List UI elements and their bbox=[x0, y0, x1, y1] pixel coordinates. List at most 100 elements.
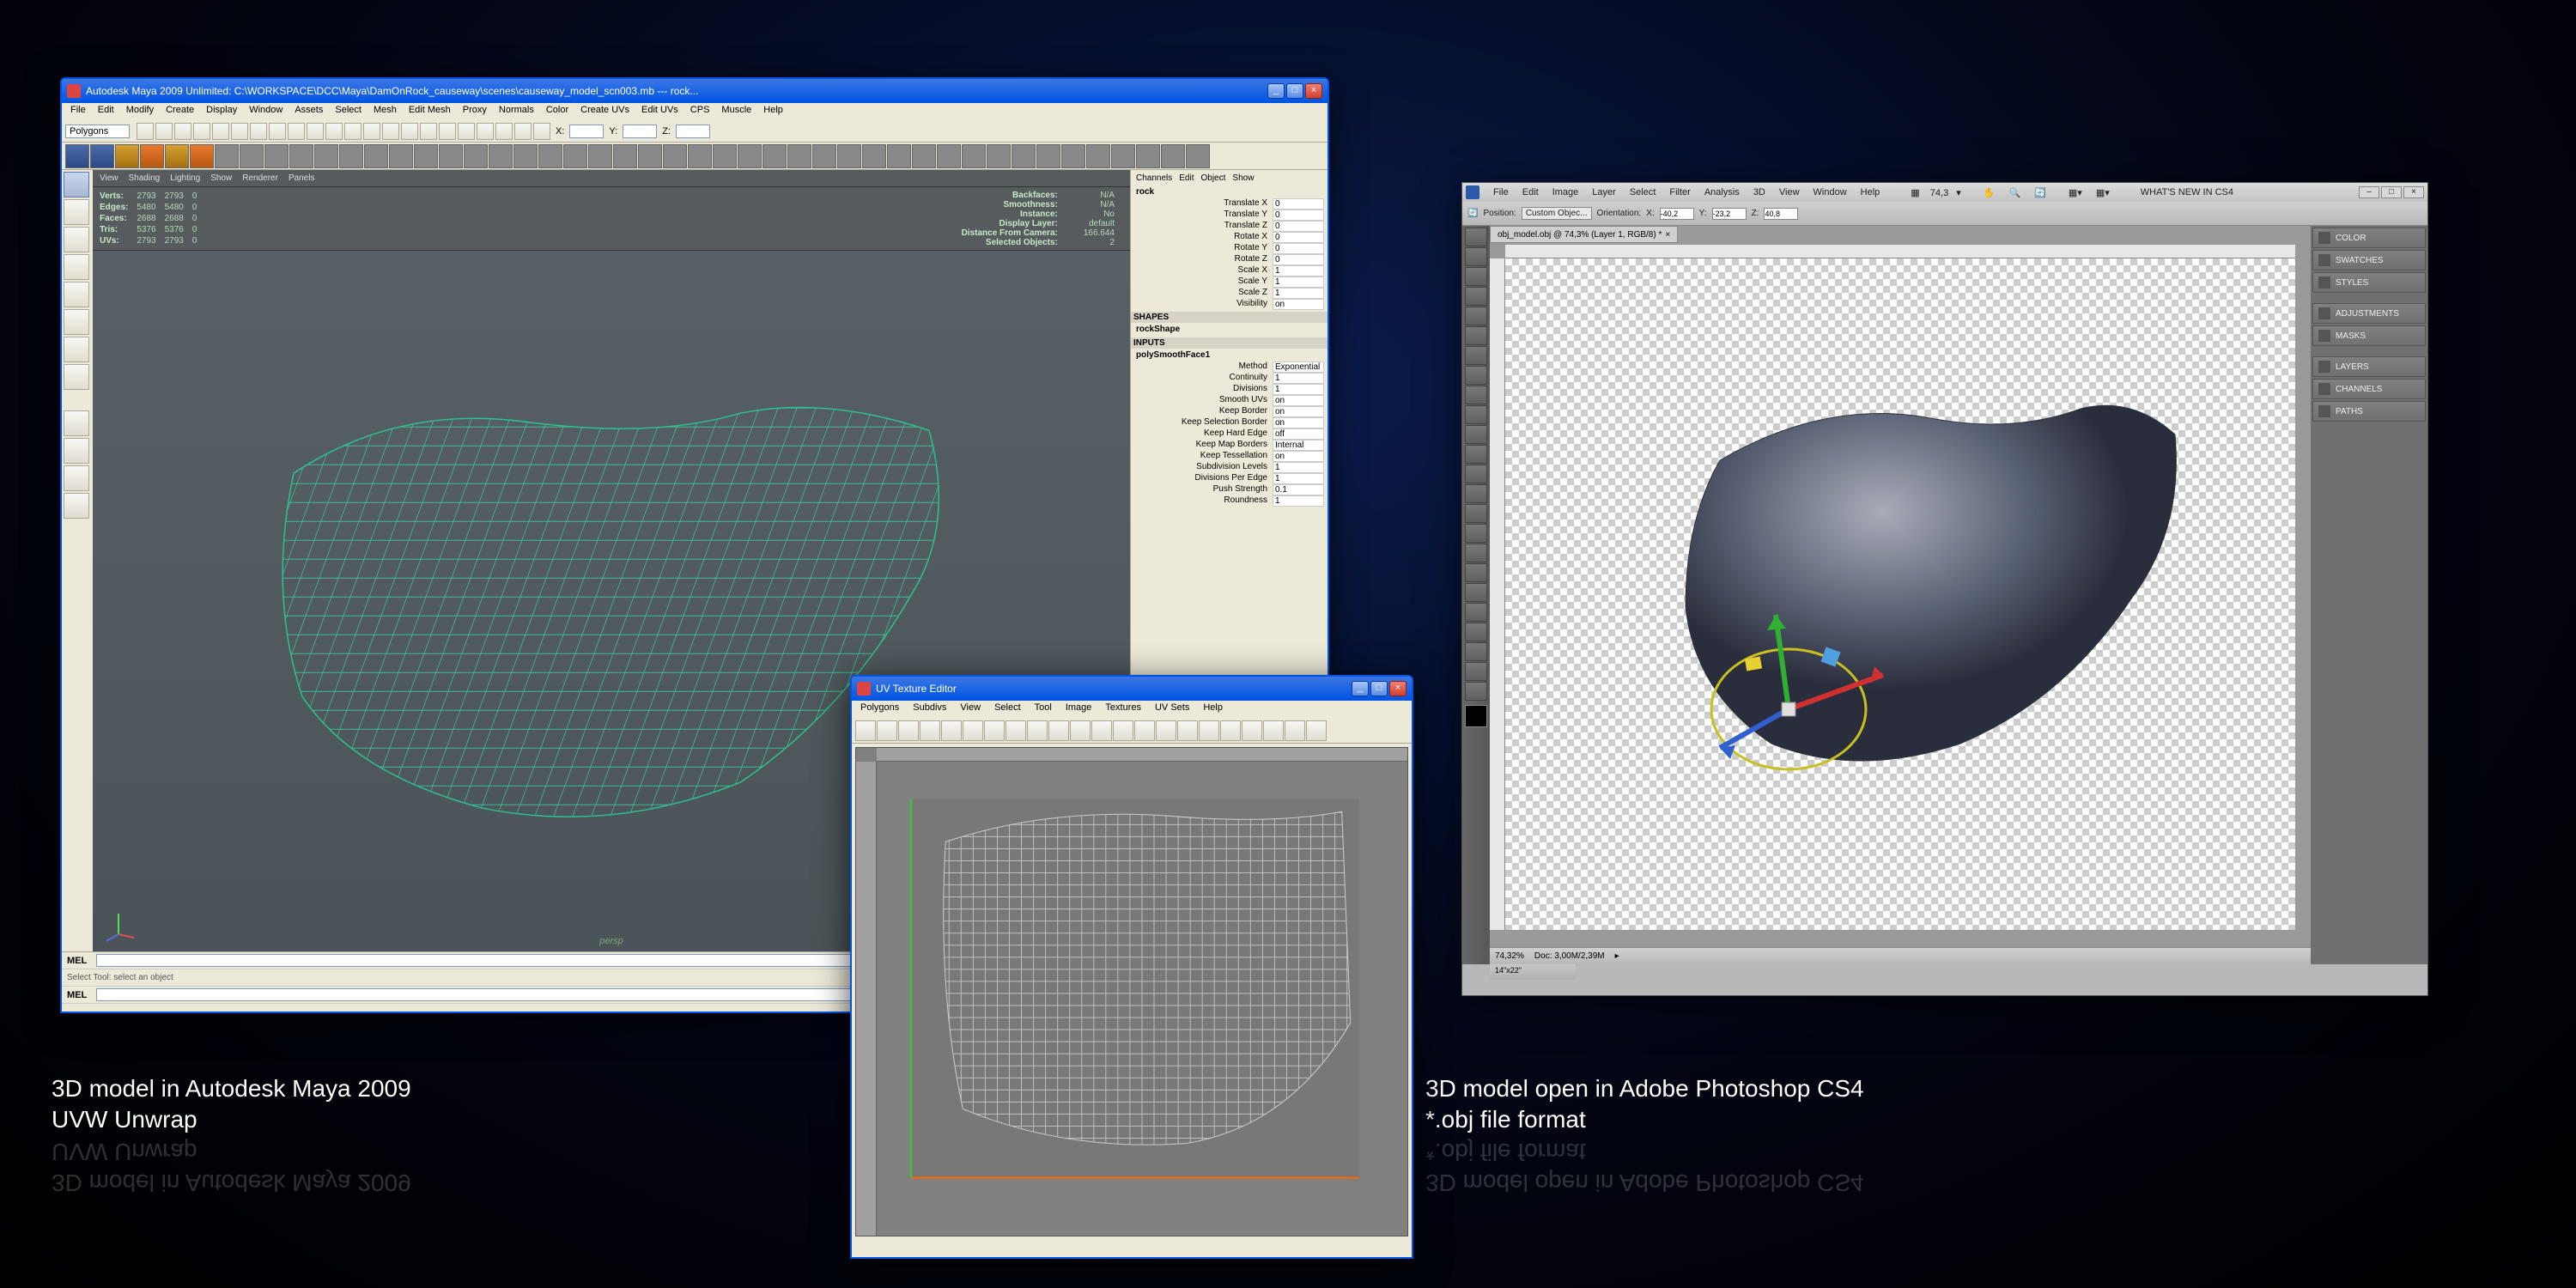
menu-item[interactable]: Proxy bbox=[458, 103, 492, 120]
ps-tool-button[interactable] bbox=[1465, 642, 1487, 661]
channel-row[interactable]: Divisions1 bbox=[1131, 384, 1327, 395]
ps-tool-button[interactable] bbox=[1465, 405, 1487, 424]
toolbar-button[interactable] bbox=[137, 123, 154, 140]
channel-row[interactable]: Rotate Z0 bbox=[1131, 254, 1327, 265]
channel-row[interactable]: Subdivision Levels1 bbox=[1131, 462, 1327, 473]
panel-layers[interactable]: LAYERS bbox=[2312, 356, 2426, 377]
shelf-button[interactable] bbox=[663, 144, 687, 168]
menu-item[interactable]: File bbox=[65, 103, 91, 120]
shelf-button[interactable] bbox=[538, 144, 562, 168]
panel-swatches[interactable]: SWATCHES bbox=[2312, 250, 2426, 270]
shelf-button[interactable] bbox=[215, 144, 239, 168]
channel-row[interactable]: Scale Y1 bbox=[1131, 276, 1327, 288]
channel-row[interactable]: Keep Borderon bbox=[1131, 406, 1327, 417]
toolbar-button[interactable] bbox=[420, 123, 437, 140]
ps-tool-button[interactable] bbox=[1465, 682, 1487, 701]
ps-tool-button[interactable] bbox=[1465, 445, 1487, 464]
ps-tool-button[interactable] bbox=[1465, 465, 1487, 483]
shelf-button[interactable] bbox=[1111, 144, 1135, 168]
shelf-button[interactable] bbox=[439, 144, 463, 168]
menu-item[interactable]: Help bbox=[1198, 701, 1228, 718]
shelf-button[interactable] bbox=[588, 144, 612, 168]
panel-styles[interactable]: STYLES bbox=[2312, 272, 2426, 293]
maximize-button[interactable]: □ bbox=[1286, 83, 1303, 99]
ps-tool-button[interactable] bbox=[1465, 267, 1487, 286]
menu-item[interactable]: Window bbox=[244, 103, 288, 120]
shelf-button[interactable] bbox=[862, 144, 886, 168]
shelf-button[interactable] bbox=[812, 144, 836, 168]
panel-channels[interactable]: CHANNELS bbox=[2312, 379, 2426, 399]
toolbar-button[interactable] bbox=[231, 123, 248, 140]
shelf-button[interactable] bbox=[464, 144, 488, 168]
opt-x-input[interactable] bbox=[1660, 208, 1694, 220]
layout-custom2[interactable] bbox=[64, 493, 89, 519]
shelf-button[interactable] bbox=[688, 144, 712, 168]
ps-tool-button[interactable] bbox=[1465, 228, 1487, 246]
minimize-button[interactable]: – bbox=[2359, 186, 2379, 198]
menu-item[interactable]: Create bbox=[161, 103, 199, 120]
shelf-button[interactable] bbox=[115, 144, 139, 168]
cb-shape-name[interactable]: rockShape bbox=[1136, 325, 1180, 334]
toolbar-button[interactable] bbox=[288, 123, 305, 140]
shelf-button[interactable] bbox=[638, 144, 662, 168]
menu-item[interactable]: Layer bbox=[1587, 187, 1621, 197]
toolbar-button[interactable] bbox=[514, 123, 532, 140]
shelf-button[interactable] bbox=[190, 144, 214, 168]
shelf-button[interactable] bbox=[738, 144, 762, 168]
uv-tool-button[interactable] bbox=[1306, 720, 1327, 741]
close-button[interactable]: × bbox=[2403, 186, 2424, 198]
shelf-button[interactable] bbox=[140, 144, 164, 168]
coord-z-input[interactable] bbox=[676, 125, 710, 138]
close-button[interactable]: × bbox=[1389, 681, 1406, 696]
shelf-button[interactable] bbox=[513, 144, 538, 168]
menu-item[interactable]: Analysis bbox=[1699, 187, 1745, 197]
channel-row[interactable]: Smooth UVson bbox=[1131, 395, 1327, 406]
ps-tool-button[interactable] bbox=[1465, 623, 1487, 641]
menu-item[interactable]: File bbox=[1488, 187, 1514, 197]
layout-single[interactable] bbox=[64, 410, 89, 436]
cb-menu-item[interactable]: Object bbox=[1201, 173, 1226, 183]
move-tool[interactable] bbox=[64, 227, 89, 252]
uv-tool-button[interactable] bbox=[941, 720, 962, 741]
ps-tool-button[interactable] bbox=[1465, 425, 1487, 444]
foreground-background-color[interactable] bbox=[1465, 705, 1487, 727]
scale-tool[interactable] bbox=[64, 282, 89, 307]
uv-tool-button[interactable] bbox=[877, 720, 897, 741]
channel-row[interactable]: Visibilityon bbox=[1131, 299, 1327, 310]
ps-tool-button[interactable] bbox=[1465, 366, 1487, 385]
shelf-button[interactable] bbox=[713, 144, 737, 168]
uv-tool-button[interactable] bbox=[1027, 720, 1048, 741]
uv-tool-button[interactable] bbox=[1220, 720, 1241, 741]
vp-menu-item[interactable]: Lighting bbox=[170, 173, 200, 183]
menu-item[interactable]: View bbox=[955, 701, 986, 718]
shelf-button[interactable] bbox=[987, 144, 1011, 168]
shelf-button[interactable] bbox=[937, 144, 961, 168]
shelf-button[interactable] bbox=[762, 144, 787, 168]
uv-tool-button[interactable] bbox=[1113, 720, 1133, 741]
ps-tool-button[interactable] bbox=[1465, 484, 1487, 503]
channel-row[interactable]: Keep Map BordersInternal bbox=[1131, 440, 1327, 451]
toolbar-button[interactable] bbox=[363, 123, 380, 140]
shelf-button[interactable] bbox=[389, 144, 413, 168]
channel-row[interactable]: Keep Tessellationon bbox=[1131, 451, 1327, 462]
menu-item[interactable]: Polygons bbox=[855, 701, 904, 718]
menu-item[interactable]: Tool bbox=[1030, 701, 1057, 718]
menu-item[interactable]: Modify bbox=[121, 103, 159, 120]
panel-color[interactable]: COLOR bbox=[2312, 228, 2426, 248]
toolbar-button[interactable] bbox=[458, 123, 475, 140]
channel-row[interactable]: Rotate X0 bbox=[1131, 232, 1327, 243]
ps-tool-button[interactable] bbox=[1465, 504, 1487, 523]
toolbar-button[interactable] bbox=[269, 123, 286, 140]
shelf-button[interactable] bbox=[962, 144, 986, 168]
layout-custom[interactable] bbox=[64, 465, 89, 491]
shelf-button[interactable] bbox=[1086, 144, 1110, 168]
shelf-button[interactable] bbox=[165, 144, 189, 168]
toolbar-button[interactable] bbox=[495, 123, 513, 140]
uv-tool-button[interactable] bbox=[1263, 720, 1284, 741]
soft-mod-tool[interactable] bbox=[64, 337, 89, 362]
opt-z-input[interactable] bbox=[1764, 208, 1798, 220]
uv-tool-button[interactable] bbox=[1048, 720, 1069, 741]
shelf-button[interactable] bbox=[1061, 144, 1085, 168]
shelf-button[interactable] bbox=[489, 144, 513, 168]
minimize-button[interactable]: _ bbox=[1267, 83, 1285, 99]
